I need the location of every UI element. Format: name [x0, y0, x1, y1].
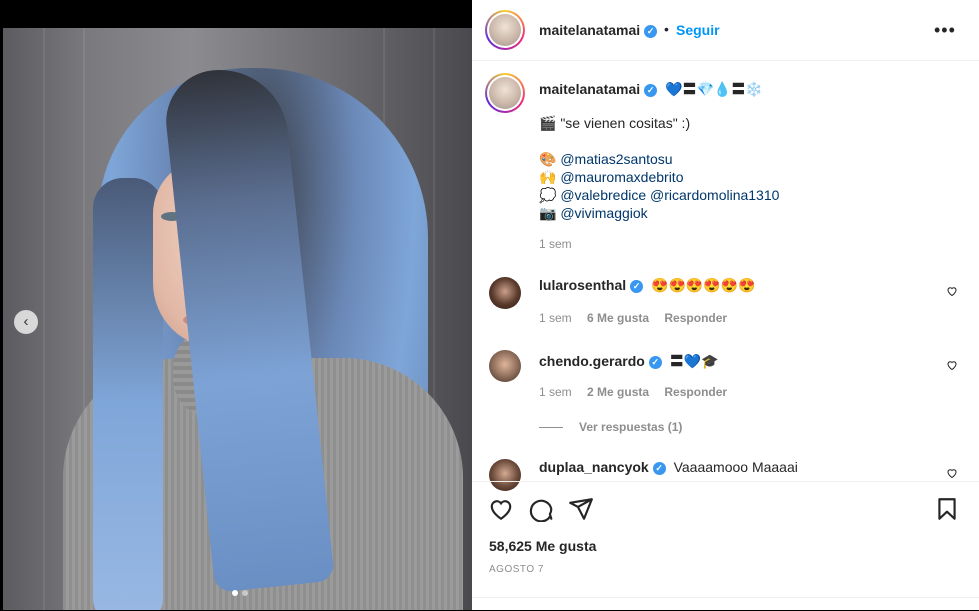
- comment-avatar[interactable]: [489, 277, 521, 309]
- follow-button[interactable]: Seguir: [676, 22, 720, 38]
- comment-text: 😍😍😍😍😍😍: [651, 277, 756, 293]
- caption-title-emojis: 💙〓💎💧〓❄️: [665, 81, 763, 97]
- verified-badge-icon: ✓: [630, 280, 644, 293]
- comment-text: Vaaaamooo Maaaai: [673, 459, 798, 475]
- more-options-icon[interactable]: •••: [934, 20, 956, 41]
- comment-time[interactable]: 1 sem: [539, 311, 572, 325]
- credit-line: 🎨 @matias2santosu: [539, 151, 673, 168]
- caption-header: maitelanatamai ✓ 💙〓💎💧〓❄️: [539, 79, 763, 99]
- palette-icon: 🎨: [539, 151, 557, 167]
- raised-hands-icon: 🙌: [539, 169, 557, 185]
- caption-line: 🎬 "se vienen cositas" :): [539, 115, 690, 132]
- previous-image-button[interactable]: ‹: [14, 310, 38, 334]
- comment-like-heart-icon[interactable]: [946, 467, 958, 479]
- comment-username[interactable]: chendo.gerardo: [539, 353, 645, 369]
- camera-icon: 📷: [539, 205, 557, 221]
- post-image[interactable]: [3, 28, 472, 610]
- comment-likes[interactable]: 2 Me gusta: [587, 385, 649, 399]
- author-username-link[interactable]: maitelanatamai ✓: [539, 22, 658, 38]
- credit-line: 💭 @valebredice @ricardomolina1310: [539, 187, 779, 204]
- comment-bubble-icon[interactable]: [528, 496, 554, 522]
- caption-time[interactable]: 1 sem: [539, 237, 572, 251]
- view-replies-label[interactable]: Ver respuestas (1): [579, 420, 682, 434]
- comment-username[interactable]: lularosenthal: [539, 277, 626, 293]
- thought-bubble-icon: 💭: [539, 187, 557, 203]
- author-username[interactable]: maitelanatamai: [539, 22, 640, 38]
- comment-time[interactable]: 1 sem: [539, 385, 572, 399]
- comment-like-heart-icon[interactable]: [946, 359, 958, 371]
- carousel-dot-active: [232, 590, 238, 596]
- view-replies-button[interactable]: Ver respuestas (1): [539, 420, 682, 434]
- comment-like-heart-icon[interactable]: [946, 285, 958, 297]
- divider: [472, 597, 979, 598]
- reply-button[interactable]: Responder: [664, 385, 727, 399]
- verified-badge-icon: ✓: [644, 25, 658, 38]
- mention-link[interactable]: @vivimaggiok: [560, 205, 647, 221]
- comment-username[interactable]: duplaa_nancyok: [539, 459, 649, 475]
- comment-meta: 1 sem 2 Me gusta Responder: [539, 385, 727, 399]
- reply-button[interactable]: Responder: [664, 311, 727, 325]
- separator-dot: •: [664, 21, 669, 37]
- comment-text: 〓💙🎓: [669, 353, 719, 369]
- author-avatar[interactable]: [485, 10, 525, 50]
- post-actions: 58,625 Me gusta AGOSTO 7: [472, 481, 979, 611]
- comment-row: chendo.gerardo ✓ 〓💙🎓: [539, 351, 719, 371]
- caption-username[interactable]: maitelanatamai: [539, 81, 640, 97]
- post-date[interactable]: AGOSTO 7: [489, 564, 544, 575]
- clapper-icon: 🎬: [539, 115, 557, 131]
- comment-likes[interactable]: 6 Me gusta: [587, 311, 649, 325]
- mention-link[interactable]: @valebredice @ricardomolina1310: [560, 187, 779, 203]
- caption-avatar[interactable]: [485, 73, 525, 113]
- carousel-dot: [242, 590, 248, 596]
- comment-row: lularosenthal ✓ 😍😍😍😍😍😍: [539, 277, 756, 294]
- save-bookmark-icon[interactable]: [934, 496, 960, 522]
- share-send-icon[interactable]: [568, 496, 594, 522]
- post-side-panel: maitelanatamai ✓ • Seguir ••• maitelanata…: [472, 0, 979, 610]
- verified-badge-icon: ✓: [652, 462, 666, 475]
- comment-row: duplaa_nancyok ✓ Vaaaamooo Maaaai: [539, 459, 798, 475]
- mention-link[interactable]: @mauromaxdebrito: [560, 169, 683, 185]
- caption-text: "se vienen cositas" :): [560, 115, 691, 131]
- comment-avatar[interactable]: [489, 350, 521, 382]
- post-header: maitelanatamai ✓ • Seguir •••: [472, 0, 979, 61]
- like-heart-icon[interactable]: [488, 496, 514, 522]
- mention-link[interactable]: @matias2santosu: [560, 151, 672, 167]
- verified-badge-icon: ✓: [648, 356, 662, 369]
- verified-badge-icon: ✓: [644, 84, 658, 97]
- comment-meta: 1 sem 6 Me gusta Responder: [539, 311, 727, 325]
- likes-count[interactable]: 58,625 Me gusta: [489, 538, 596, 554]
- credit-line: 🙌 @mauromaxdebrito: [539, 169, 683, 186]
- carousel-dots: [232, 590, 248, 596]
- credit-line: 📷 @vivimaggiok: [539, 205, 648, 222]
